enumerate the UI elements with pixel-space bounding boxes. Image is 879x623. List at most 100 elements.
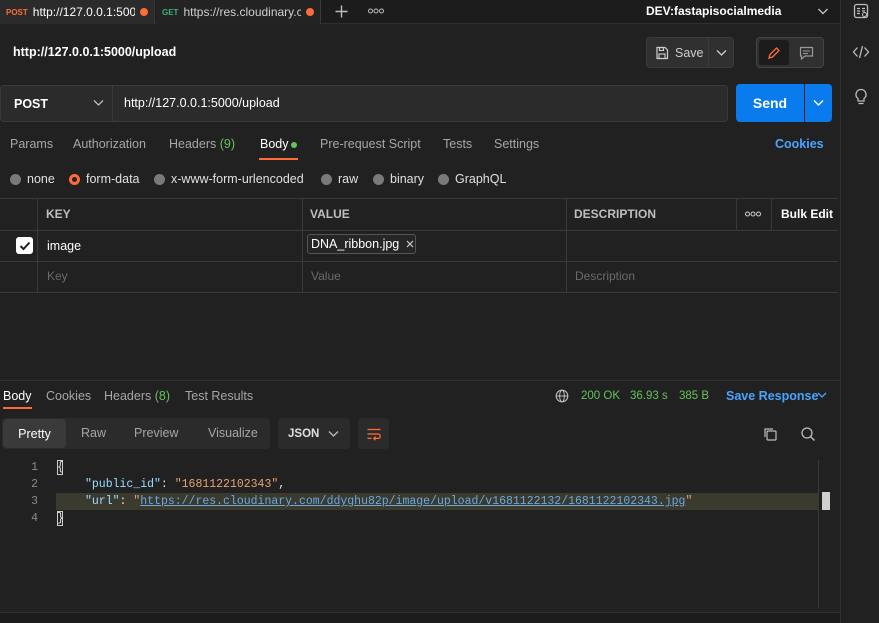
file-name: DNA_ribbon.jpg bbox=[311, 237, 400, 251]
line-number: 3 bbox=[31, 495, 38, 508]
tab-params[interactable]: Params bbox=[10, 137, 53, 151]
view-preview[interactable]: Preview bbox=[134, 426, 178, 440]
cookies-link[interactable]: Cookies bbox=[775, 137, 824, 151]
row-checkbox[interactable] bbox=[16, 237, 33, 254]
line-number: 1 bbox=[31, 461, 38, 474]
pencil-icon bbox=[767, 46, 781, 60]
json-key: "public_id" bbox=[85, 478, 161, 491]
form-data-table bbox=[0, 198, 838, 293]
row-key[interactable]: image bbox=[47, 239, 81, 253]
request-title: http://127.0.0.1:5000/upload bbox=[13, 45, 177, 59]
tab-tests[interactable]: Tests bbox=[443, 137, 472, 151]
response-tab-body[interactable]: Body bbox=[3, 389, 32, 403]
response-tab-headers[interactable]: Headers (8) bbox=[104, 389, 170, 403]
radio-label: none bbox=[27, 172, 55, 186]
pane-divider[interactable] bbox=[0, 380, 840, 381]
key-input[interactable]: Key bbox=[47, 269, 68, 283]
edit-mode-button[interactable] bbox=[759, 40, 789, 65]
view-raw[interactable]: Raw bbox=[81, 426, 106, 440]
environment-selector[interactable]: DEV:fastapisocialmedia bbox=[646, 4, 781, 18]
scrollbar-thumb[interactable] bbox=[822, 492, 830, 510]
send-button[interactable]: Send bbox=[736, 84, 804, 122]
code-snippet-icon[interactable] bbox=[852, 44, 870, 60]
view-visualize[interactable]: Visualize bbox=[208, 426, 258, 440]
tab-authorization[interactable]: Authorization bbox=[73, 137, 146, 151]
save-label: Save bbox=[675, 45, 704, 60]
chevron-down-icon[interactable] bbox=[817, 6, 829, 16]
tab-settings[interactable]: Settings bbox=[494, 137, 539, 151]
url-input[interactable]: http://127.0.0.1:5000/upload bbox=[124, 96, 280, 110]
environment-quick-look-icon[interactable] bbox=[853, 3, 869, 19]
column-divider bbox=[302, 198, 303, 293]
wrap-lines-icon bbox=[366, 427, 382, 441]
tab-url: http://127.0.0.1:5000/u bbox=[32, 5, 135, 19]
chevron-down-icon bbox=[93, 99, 104, 107]
tab-headers[interactable]: Headers (9) bbox=[169, 137, 235, 151]
json-open-brace: { bbox=[57, 461, 64, 474]
tab-body[interactable]: Body bbox=[260, 137, 289, 151]
method-select[interactable]: POST bbox=[1, 86, 113, 121]
tab-method: POST bbox=[6, 7, 28, 17]
globe-icon[interactable] bbox=[555, 389, 569, 403]
view-pretty[interactable]: Pretty bbox=[3, 419, 66, 448]
radio-none[interactable]: none bbox=[10, 172, 55, 186]
column-header-description: DESCRIPTION bbox=[574, 207, 657, 221]
search-icon[interactable] bbox=[800, 426, 816, 442]
comment-icon bbox=[799, 46, 814, 60]
ellipsis-icon[interactable] bbox=[368, 8, 384, 14]
format-label: JSON bbox=[288, 427, 320, 440]
status-bar bbox=[0, 612, 840, 623]
response-headers-count: (8) bbox=[154, 389, 171, 403]
save-icon bbox=[655, 46, 669, 60]
column-divider bbox=[37, 198, 38, 293]
save-options-button[interactable] bbox=[708, 37, 734, 68]
response-tab-cookies[interactable]: Cookies bbox=[46, 389, 91, 403]
radio-form-data[interactable]: form-data bbox=[69, 172, 140, 186]
close-icon[interactable] bbox=[406, 240, 414, 248]
tab-method: GET bbox=[162, 7, 179, 17]
send-options-button[interactable] bbox=[805, 84, 832, 122]
radio-x-www-form-urlencoded[interactable]: x-www-form-urlencoded bbox=[154, 172, 304, 186]
copy-icon[interactable] bbox=[762, 426, 778, 442]
active-tab-underline bbox=[3, 407, 32, 409]
value-input[interactable]: Value bbox=[311, 269, 341, 283]
response-time[interactable]: 36.93 s bbox=[630, 390, 668, 402]
lightbulb-icon[interactable] bbox=[853, 88, 869, 106]
tab-pre-request-script[interactable]: Pre-request Script bbox=[320, 137, 421, 151]
radio-label: raw bbox=[338, 172, 359, 186]
tab-get-cloudinary[interactable]: GET https://res.cloudinary.c bbox=[156, 0, 321, 24]
json-url-link[interactable]: https://res.cloudinary.com/ddyghu82p/ima… bbox=[140, 495, 685, 508]
plus-icon[interactable] bbox=[334, 4, 349, 19]
ellipsis-icon[interactable] bbox=[745, 211, 761, 217]
response-tab-test-results[interactable]: Test Results bbox=[185, 389, 253, 403]
save-response-button[interactable]: Save Response bbox=[726, 389, 818, 403]
description-input[interactable]: Description bbox=[575, 269, 635, 283]
format-select[interactable]: JSON bbox=[278, 418, 350, 449]
bulk-edit-button[interactable]: Bulk Edit bbox=[781, 207, 833, 221]
tab-post-upload[interactable]: POST http://127.0.0.1:5000/u bbox=[0, 0, 155, 24]
json-line-url: "url": "https://res.cloudinary.com/ddygh… bbox=[85, 495, 693, 508]
radio-graphql[interactable]: GraphQL bbox=[438, 172, 506, 186]
json-line-public-id: "public_id": "1681122102343", bbox=[85, 478, 286, 491]
radio-label: binary bbox=[390, 172, 425, 186]
method-label: POST bbox=[14, 96, 49, 111]
radio-circle-icon bbox=[321, 173, 332, 185]
json-close-brace: } bbox=[57, 512, 64, 525]
chevron-down-icon bbox=[813, 99, 824, 107]
save-button[interactable]: Save bbox=[646, 37, 708, 68]
status-code[interactable]: 200 OK bbox=[581, 390, 620, 402]
radio-raw[interactable]: raw bbox=[321, 172, 358, 186]
response-size[interactable]: 385 B bbox=[679, 390, 709, 402]
radio-binary[interactable]: binary bbox=[373, 172, 424, 186]
radio-selected-icon bbox=[69, 173, 80, 185]
wrap-lines-button[interactable] bbox=[358, 418, 389, 449]
chevron-down-icon[interactable] bbox=[817, 392, 827, 399]
headers-count: (9) bbox=[219, 137, 236, 151]
radio-circle-icon bbox=[373, 173, 384, 185]
comments-button[interactable] bbox=[792, 40, 820, 65]
tab-url: https://res.cloudinary.c bbox=[183, 5, 301, 19]
column-divider bbox=[566, 198, 567, 293]
file-chip[interactable]: DNA_ribbon.jpg bbox=[307, 234, 416, 254]
column-divider bbox=[736, 198, 737, 230]
scrollbar-track bbox=[818, 460, 819, 608]
